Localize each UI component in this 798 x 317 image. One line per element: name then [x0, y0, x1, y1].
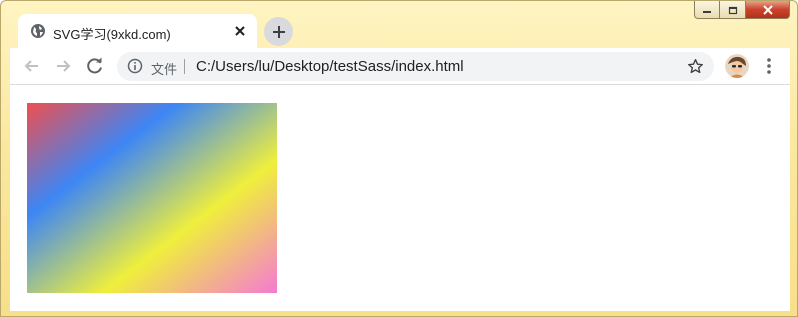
- kebab-menu-icon[interactable]: [762, 57, 776, 75]
- profile-avatar[interactable]: [725, 54, 749, 78]
- browser-tab[interactable]: SVG学习(9xkd.com): [18, 14, 257, 49]
- address-bar[interactable]: 文件 C:/Users/lu/Desktop/testSass/index.ht…: [117, 52, 714, 81]
- window-controls: [694, 1, 790, 21]
- minimize-button[interactable]: [694, 1, 720, 19]
- browser-toolbar: 文件 C:/Users/lu/Desktop/testSass/index.ht…: [10, 48, 790, 85]
- url-text[interactable]: C:/Users/lu/Desktop/testSass/index.html: [196, 58, 464, 75]
- forward-arrow-icon[interactable]: [53, 56, 73, 76]
- scheme-label: 文件: [151, 62, 178, 77]
- globe-icon: [31, 24, 45, 38]
- reload-icon[interactable]: [85, 56, 105, 76]
- restore-button[interactable]: [720, 1, 746, 19]
- back-arrow-icon[interactable]: [22, 56, 42, 76]
- gradient-rectangle: [27, 103, 277, 293]
- avatar-image: [725, 54, 749, 78]
- close-tab-icon[interactable]: [232, 23, 248, 39]
- omnibox-divider: [184, 59, 185, 74]
- close-icon: [762, 4, 773, 15]
- page-content: [10, 85, 790, 311]
- close-window-button[interactable]: [746, 1, 790, 19]
- info-icon[interactable]: [127, 58, 143, 74]
- browser-window: SVG学习(9xkd.com) 文件 C:/Users/lu/Desktop/t…: [0, 0, 798, 317]
- plus-icon: [272, 25, 285, 38]
- new-tab-button[interactable]: [264, 17, 293, 46]
- bookmark-star-icon[interactable]: [687, 58, 704, 75]
- minimize-icon: [703, 10, 711, 13]
- tab-title: SVG学习(9xkd.com): [53, 27, 171, 42]
- restore-icon: [728, 6, 737, 14]
